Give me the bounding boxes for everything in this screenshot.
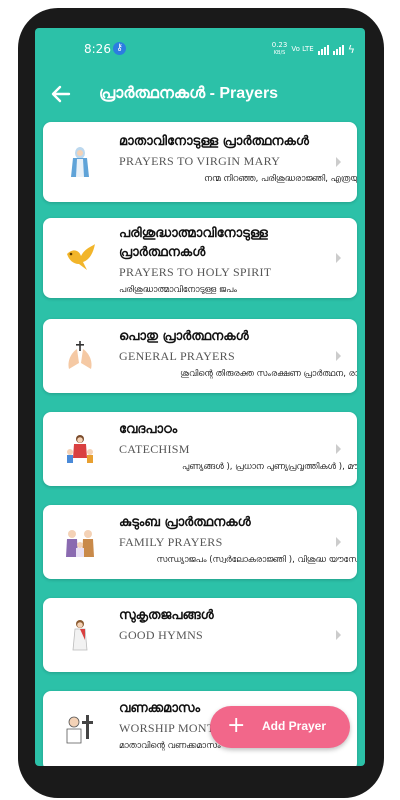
holy-family-icon — [66, 530, 94, 557]
cell-signal-icon — [332, 44, 344, 55]
list-item-catechism[interactable]: വേദപാഠം CATECHISM പുണ്യങ്ങൾ ), പ്രധാന പു… — [43, 412, 357, 486]
item-subtitle: പരിശുദ്ധാത്മാവിനോടുള്ള ജപം — [119, 285, 237, 295]
status-indicators: 0.23 KB/S Vo LTE ϟ — [272, 41, 355, 57]
item-title-ml: സുകൃതജപങ്ങൾ — [119, 608, 214, 623]
list-item-general-prayers[interactable]: പൊതു പ്രാർത്ഥനകൾ GENERAL PRAYERS ശുവിന്റ… — [43, 319, 357, 393]
chevron-right-icon — [336, 351, 341, 361]
app-bar: പ്രാർത്ഥനകൾ - Prayers — [35, 70, 365, 122]
praying-hands-icon — [68, 341, 92, 369]
chevron-right-icon — [336, 253, 341, 263]
item-title-ml: വേദപാഠം — [119, 422, 178, 437]
jesus-children-icon — [67, 435, 93, 463]
item-subtitle: നന്മ നിറഞ്ഞ, പരിശുദ്ധരാജ്ഞി, എത്രയു — [204, 174, 357, 184]
item-title-ml: പരിശുദ്ധാത്മാവിനോടുള്ള പ്രാർത്ഥനകൾ — [119, 226, 268, 260]
virgin-mary-icon — [71, 147, 89, 177]
status-time: 8:26 — [84, 42, 111, 56]
chevron-right-icon — [336, 537, 341, 547]
item-subtitle: ശുവിന്റെ തിരുരക്ത സംരക്ഷണ പ്രാർത്ഥന, രാ — [180, 369, 357, 379]
chevron-right-icon — [336, 157, 341, 167]
charging-icon: ϟ — [347, 42, 355, 56]
saint-cross-icon — [66, 715, 93, 744]
net-speed: 0.23 KB/S — [271, 41, 288, 56]
dove-icon — [67, 244, 95, 270]
item-title-en: FAMILY PRAYERS — [119, 535, 223, 549]
item-title-en: GENERAL PRAYERS — [119, 349, 235, 363]
network-label: Vo LTE — [291, 45, 314, 53]
wifi-signal-icon — [317, 44, 329, 55]
item-title-en: PRAYERS TO HOLY SPIRIT — [119, 265, 272, 279]
item-title-en: CATECHISM — [119, 442, 190, 456]
item-subtitle: സന്ധ്യാജപം (സ്വർലോകരാജ്ഞി ), വിശുദ്ധ യൗസ… — [156, 555, 357, 565]
item-title-ml: കുടുംബ പ്രാർത്ഥനകൾ — [119, 515, 251, 530]
chevron-right-icon — [336, 630, 341, 640]
list-item-good-hymns[interactable]: സുകൃതജപങ്ങൾ GOOD HYMNS — [43, 598, 357, 672]
add-prayer-label: Add Prayer — [262, 719, 327, 733]
list-item-virgin-mary[interactable]: മാതാവിനോടുള്ള പ്രാർത്ഥനകൾ PRAYERS TO VIR… — [43, 122, 357, 202]
item-title-ml: മാതാവിനോടുള്ള പ്രാർത്ഥനകൾ — [119, 134, 309, 149]
list-item-family-prayers[interactable]: കുടുംബ പ്രാർത്ഥനകൾ FAMILY PRAYERS സന്ധ്യ… — [43, 505, 357, 579]
vpn-key-icon: ⚷ — [113, 42, 126, 55]
app-screen: 8:26 ⚷ 0.23 KB/S Vo LTE ϟ പ്രാർത്ഥനകൾ - … — [35, 28, 365, 766]
add-prayer-button[interactable]: + Add Prayer — [210, 706, 350, 748]
item-title-en: GOOD HYMNS — [119, 628, 204, 642]
arrow-left-icon[interactable] — [49, 82, 73, 106]
status-bar: 8:26 ⚷ 0.23 KB/S Vo LTE ϟ — [35, 28, 365, 70]
page-title: പ്രാർത്ഥനകൾ - Prayers — [99, 85, 279, 102]
list-item-holy-spirit[interactable]: പരിശുദ്ധാത്മാവിനോടുള്ള പ്രാർത്ഥനകൾ PRAYE… — [43, 218, 357, 298]
item-title-ml: പൊതു പ്രാർത്ഥനകൾ — [119, 329, 249, 344]
jesus-figure-icon — [72, 620, 88, 651]
plus-icon: + — [227, 713, 246, 738]
item-title-en: PRAYERS TO VIRGIN MARY — [119, 154, 281, 168]
chevron-right-icon — [336, 444, 341, 454]
item-subtitle: പുണ്യങ്ങൾ ), പ്രധാന പുണ്യപ്രവൃത്തികൾ ), … — [181, 462, 357, 472]
